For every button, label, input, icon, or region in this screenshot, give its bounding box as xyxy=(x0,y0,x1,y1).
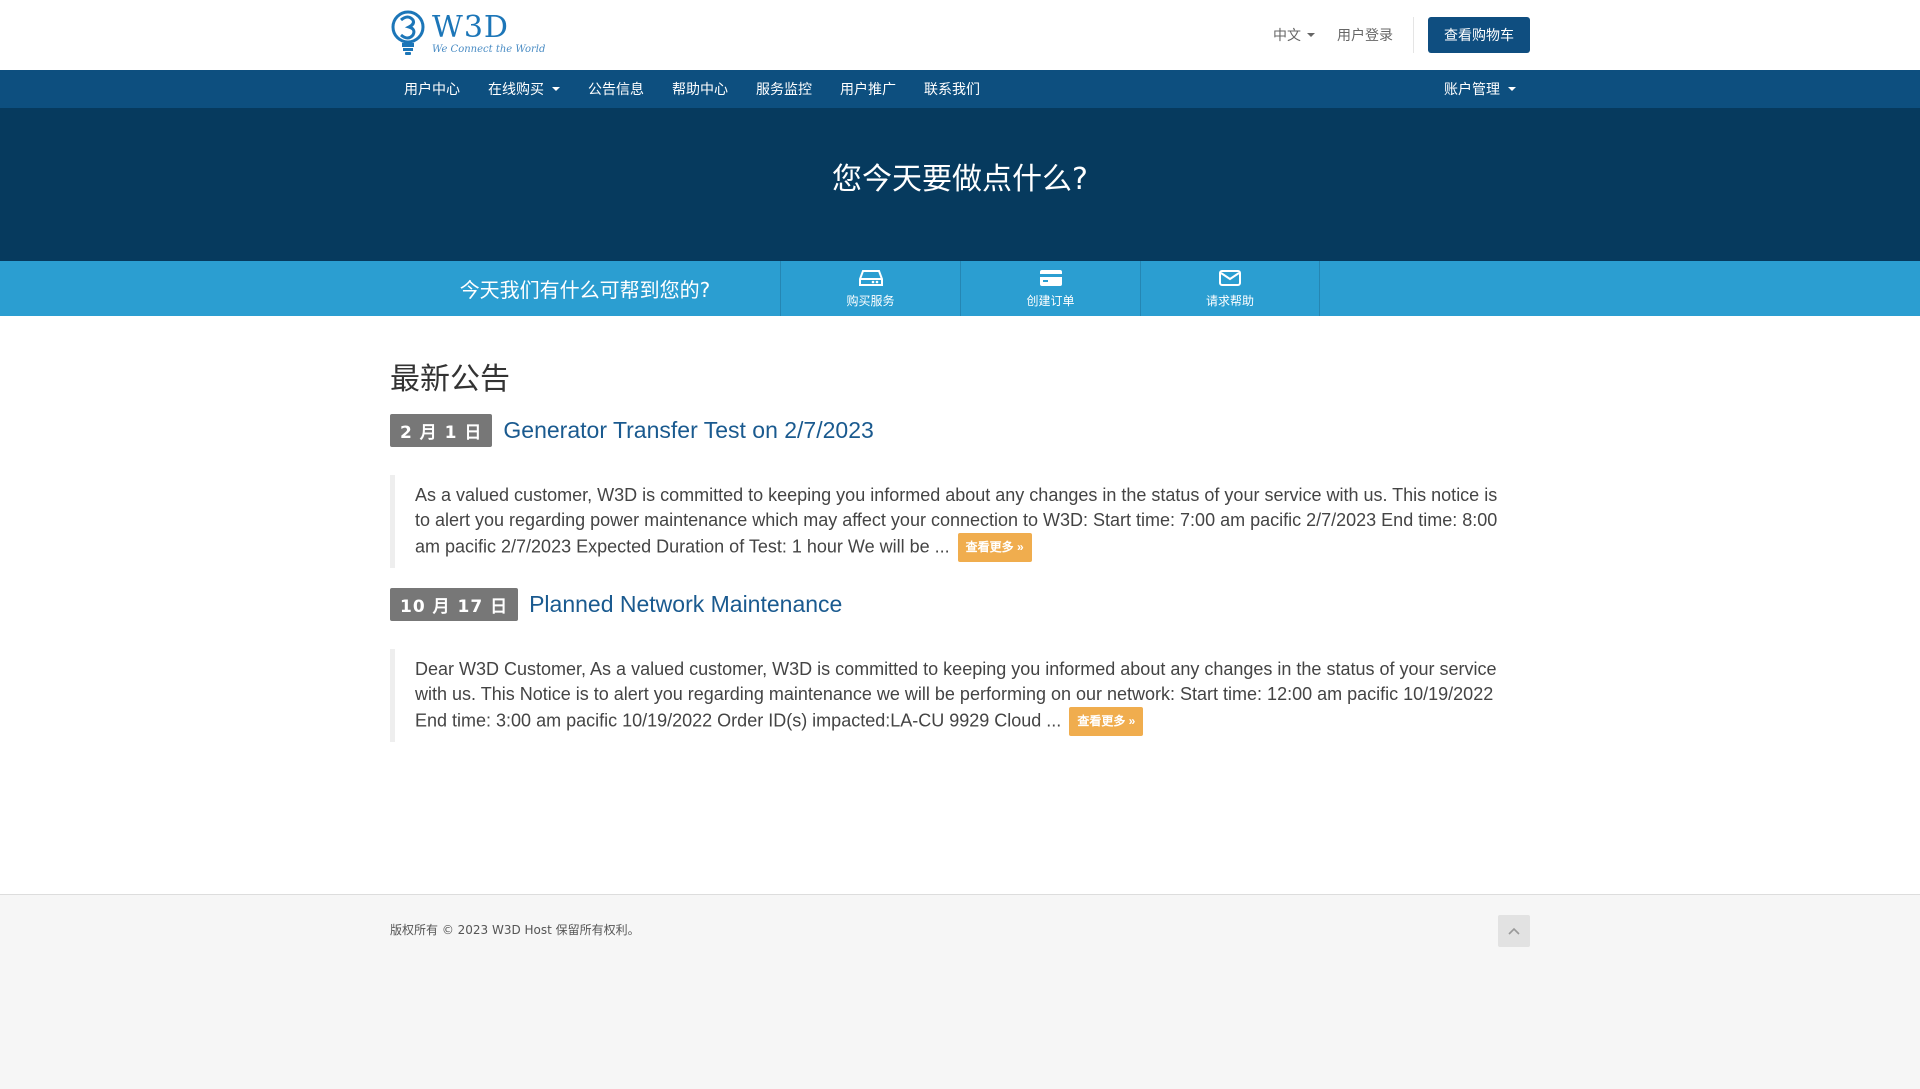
nav-label: 服务监控 xyxy=(756,82,812,98)
server-icon xyxy=(858,270,883,286)
nav-label: 用户中心 xyxy=(404,82,460,98)
chevron-up-icon xyxy=(1508,927,1520,935)
announcement-item: 2 月 1 日 Generator Transfer Test on 2/7/2… xyxy=(390,414,1530,568)
nav-label: 公告信息 xyxy=(588,82,644,98)
caret-down-icon xyxy=(1508,87,1516,91)
nav-label: 帮助中心 xyxy=(672,82,728,98)
caret-down-icon xyxy=(1307,33,1315,37)
create-order-button[interactable]: 创建订单 xyxy=(960,261,1140,316)
site-header: W3D We Connect the World 中文 用户登录 查看购物车 xyxy=(0,0,1920,70)
hero-banner: 您今天要做点什么? xyxy=(0,108,1920,261)
brand-name: W3D xyxy=(432,10,509,45)
nav-list: 用户中心 在线购买 公告信息 帮助中心 服务监控 用户推广 联系我们 xyxy=(390,70,994,108)
language-label: 中文 xyxy=(1273,28,1301,44)
hero-title: 您今天要做点什么? xyxy=(832,161,1088,197)
read-more-button[interactable]: 查看更多 » xyxy=(957,533,1032,562)
login-link[interactable]: 用户登录 xyxy=(1337,17,1414,53)
quick-action-label: 创建订单 xyxy=(1026,294,1075,308)
announcement-title-link[interactable]: Planned Network Maintenance xyxy=(529,591,842,618)
logo[interactable]: W3D We Connect the World xyxy=(390,10,545,58)
quick-actions-bar: 今天我们有什么可帮到您的? 购买服务 创建订单 请求帮助 xyxy=(0,261,1920,316)
caret-down-icon xyxy=(552,87,560,91)
nav-item-user-center[interactable]: 用户中心 xyxy=(390,70,474,108)
nav-label: 用户推广 xyxy=(840,82,896,98)
nav-label: 账户管理 xyxy=(1444,82,1500,98)
request-help-button[interactable]: 请求帮助 xyxy=(1140,261,1320,316)
nav-item-buy-online[interactable]: 在线购买 xyxy=(474,70,574,108)
view-cart-button[interactable]: 查看购物车 xyxy=(1428,17,1530,53)
nav-item-contact-us[interactable]: 联系我们 xyxy=(910,70,994,108)
nav-item-account[interactable]: 账户管理 xyxy=(1430,70,1530,108)
main-content: 最新公告 2 月 1 日 Generator Transfer Test on … xyxy=(0,316,1920,894)
envelope-icon xyxy=(1219,270,1241,286)
nav-item-help-center[interactable]: 帮助中心 xyxy=(658,70,742,108)
announcement-excerpt: As a valued customer, W3D is committed t… xyxy=(390,475,1530,568)
back-to-top-button[interactable] xyxy=(1498,915,1530,947)
announcement-excerpt: Dear W3D Customer, As a valued customer,… xyxy=(390,649,1530,742)
quick-actions-title: 今天我们有什么可帮到您的? xyxy=(459,278,711,302)
main-navbar: 用户中心 在线购买 公告信息 帮助中心 服务监控 用户推广 联系我们 账户管理 xyxy=(0,70,1920,108)
credit-card-icon xyxy=(1039,270,1062,286)
nav-item-announcements[interactable]: 公告信息 xyxy=(574,70,658,108)
announcement-item: 10 月 17 日 Planned Network Maintenance De… xyxy=(390,588,1530,742)
announcements-heading: 最新公告 xyxy=(390,362,510,397)
brand-tagline: We Connect the World xyxy=(432,44,546,55)
lightbulb-logo-icon xyxy=(390,10,426,58)
buy-service-button[interactable]: 购买服务 xyxy=(780,261,960,316)
nav-label: 在线购买 xyxy=(488,82,544,98)
excerpt-text: Dear W3D Customer, As a valued customer,… xyxy=(415,659,1497,731)
nav-label: 联系我们 xyxy=(924,82,980,98)
nav-item-affiliates[interactable]: 用户推广 xyxy=(826,70,910,108)
language-selector[interactable]: 中文 xyxy=(1273,25,1315,45)
date-label: 2 月 1 日 xyxy=(390,414,493,447)
copyright-text: 版权所有 © 2023 W3D Host 保留所有权利。 xyxy=(390,923,640,937)
site-footer: 版权所有 © 2023 W3D Host 保留所有权利。 xyxy=(0,894,1920,1089)
excerpt-text: As a valued customer, W3D is committed t… xyxy=(415,485,1498,557)
announcement-title-link[interactable]: Generator Transfer Test on 2/7/2023 xyxy=(503,417,873,444)
read-more-button[interactable]: 查看更多 » xyxy=(1069,707,1144,736)
date-label: 10 月 17 日 xyxy=(390,588,519,621)
quick-action-label: 购买服务 xyxy=(846,294,895,308)
quick-action-label: 请求帮助 xyxy=(1205,294,1254,308)
nav-item-service-monitor[interactable]: 服务监控 xyxy=(742,70,826,108)
